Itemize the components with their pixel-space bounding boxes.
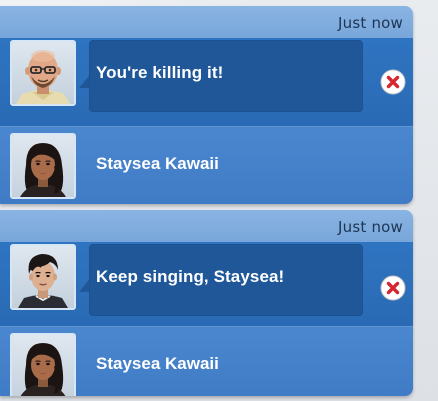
- message-bubble: You're killing it!: [79, 40, 363, 112]
- notification-header: Just now: [0, 6, 413, 38]
- recipient-row[interactable]: Staysea Kawaii: [0, 326, 413, 396]
- sender-portrait[interactable]: [10, 244, 76, 310]
- notification-header: Just now: [0, 210, 413, 242]
- recipient-portrait[interactable]: [10, 133, 76, 199]
- notification-card: Just now: [0, 6, 413, 204]
- notification-card: Just now: [0, 210, 413, 396]
- message-bubble: Keep singing, Staysea!: [79, 244, 363, 316]
- message-row: You're killing it!: [0, 38, 413, 126]
- recipient-name: Staysea Kawaii: [96, 154, 219, 173]
- message-row: Keep singing, Staysea!: [0, 242, 413, 326]
- timestamp: Just now: [338, 218, 403, 236]
- message-text: Keep singing, Staysea!: [96, 267, 285, 286]
- timestamp: Just now: [338, 14, 403, 32]
- close-icon[interactable]: [380, 275, 406, 301]
- recipient-portrait[interactable]: [10, 333, 76, 396]
- recipient-row[interactable]: Staysea Kawaii: [0, 126, 413, 204]
- sender-portrait[interactable]: [10, 40, 76, 106]
- message-text: You're killing it!: [96, 63, 224, 82]
- close-icon[interactable]: [380, 69, 406, 95]
- recipient-name: Staysea Kawaii: [96, 354, 219, 373]
